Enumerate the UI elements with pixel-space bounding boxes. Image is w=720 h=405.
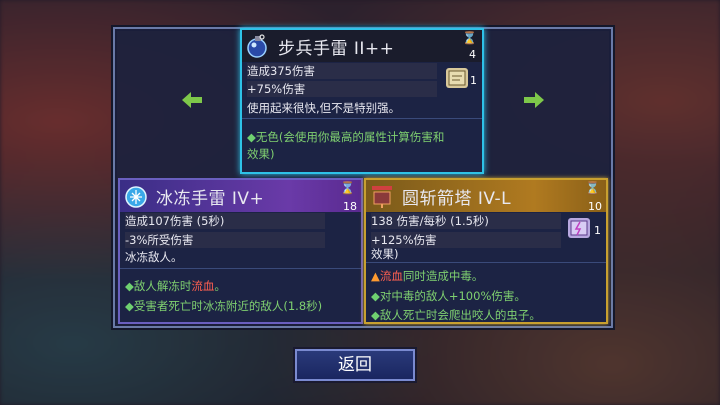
- item-card-ice-grenade[interactable]: 冰冻手雷 IV+ ⌛ 18 造成107伤害 (5秒) -3%所受伤害 冰冻敌人。…: [118, 178, 363, 324]
- item-description: 冰冻敌人。: [125, 250, 183, 264]
- item-tier: 18: [343, 200, 357, 213]
- hourglass-icon: ⌛: [462, 31, 477, 45]
- item-card-infantry-grenade[interactable]: 步兵手雷 II++ ⌛ 4 造成375伤害 +75%伤害 使用起来很快,但不是特…: [240, 28, 484, 174]
- dps-stat: 138 伤害/每秒 (1.5秒): [371, 213, 561, 229]
- item-card-sawblade-turret[interactable]: 圆斩箭塔 IV-L ⌛ 10 138 伤害/每秒 (1.5秒) +125%伤害 …: [364, 178, 608, 324]
- divider: [366, 262, 606, 263]
- colorless-note-cont: 效果): [247, 147, 275, 161]
- scroll-icon: [446, 68, 468, 88]
- item-title: 步兵手雷 II++: [278, 39, 395, 59]
- hourglass-icon: ⌛: [340, 181, 355, 195]
- scroll-count: 1: [470, 74, 477, 87]
- card-title-bar: 冰冻手雷 IV+ ⌛ 18: [120, 180, 361, 213]
- damage-stat: 造成107伤害 (5秒): [125, 213, 325, 229]
- arrow-right-icon[interactable]: [522, 92, 544, 108]
- defense-stat: -3%所受伤害: [125, 232, 325, 248]
- divider: [120, 268, 361, 269]
- damage-stat: 造成375伤害: [247, 63, 437, 79]
- card-title-bar: 圆斩箭塔 IV-L ⌛ 10: [366, 180, 606, 213]
- biting-worms: ◆敌人死亡时会爬出咬人的虫子。: [371, 308, 541, 322]
- scroll-count: 1: [594, 224, 601, 237]
- item-title: 冰冻手雷 IV+: [156, 189, 265, 209]
- bleed-on-thaw: ◆敌人解冻时流血。: [125, 279, 226, 293]
- freeze-nearby: ◆受害者死亡时冰冻附近的敌人(1.8秒): [125, 299, 323, 313]
- item-description: 使用起来很快,但不是特别强。: [247, 101, 401, 115]
- poisoned-bonus: ◆对中毒的敌人+100%伤害。: [371, 289, 526, 303]
- bonus-stat: +75%伤害: [247, 81, 437, 97]
- item-tier: 10: [588, 200, 602, 213]
- card-title-bar: 步兵手雷 II++ ⌛ 4: [242, 30, 482, 62]
- hourglass-icon: ⌛: [585, 181, 600, 195]
- scroll-icon: [568, 218, 590, 238]
- divider: [242, 118, 482, 119]
- ice-grenade-icon: [122, 182, 150, 210]
- bonus-stat: +125%伤害: [371, 232, 561, 248]
- item-description: 效果): [371, 247, 399, 261]
- back-button[interactable]: 返回: [295, 349, 415, 381]
- turret-icon: [368, 182, 396, 210]
- bleed-and-poison: ▲流血同时造成中毒。: [371, 269, 484, 283]
- grenade-icon: [244, 32, 272, 60]
- arrow-left-icon[interactable]: [182, 92, 204, 108]
- colorless-note: ◆无色(会使用你最高的属性计算伤害和: [247, 130, 445, 144]
- item-tier: 4: [469, 48, 476, 61]
- item-title: 圆斩箭塔 IV-L: [402, 189, 512, 209]
